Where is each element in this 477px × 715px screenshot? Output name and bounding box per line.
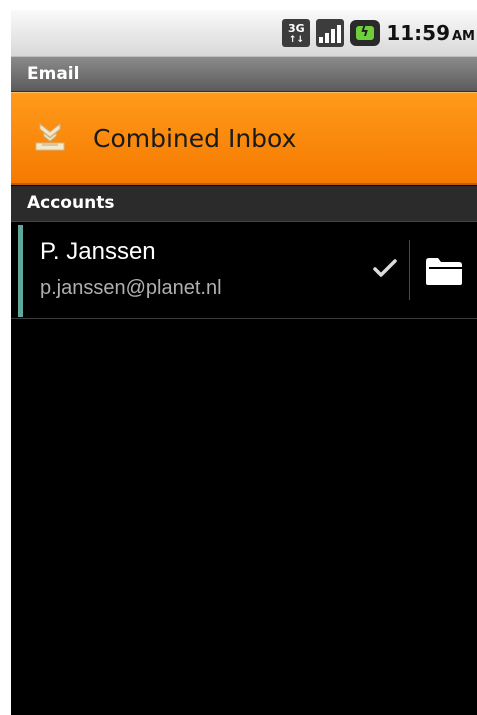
- signal-strength-icon: [316, 19, 345, 47]
- combined-inbox-label: Combined Inbox: [93, 124, 297, 153]
- phone-screen: 3G ↑↓ ϟ 11:59 AM Email Combined Inbox Ac…: [11, 10, 477, 715]
- combined-inbox-item[interactable]: Combined Inbox: [11, 92, 477, 185]
- account-folders-button[interactable]: [410, 222, 477, 318]
- clock-ampm: AM: [452, 29, 475, 44]
- account-email: p.janssen@planet.nl: [40, 277, 222, 299]
- inbox-download-icon: [35, 122, 65, 151]
- accounts-section-header: Accounts: [11, 186, 477, 222]
- network-arrows: ↑↓: [288, 34, 304, 45]
- account-list-item[interactable]: P. Janssen p.janssen@planet.nl: [11, 222, 477, 319]
- empty-list-area: [11, 319, 477, 715]
- account-color-indicator: [18, 225, 23, 317]
- battery-charging-icon: ϟ: [350, 20, 381, 46]
- network-type-label: 3G: [287, 21, 305, 35]
- app-title-bar: Email: [11, 57, 477, 92]
- status-clock: 11:59 AM: [386, 21, 475, 45]
- status-icons: 3G ↑↓ ϟ 11:59 AM: [282, 10, 477, 56]
- app-title: Email: [27, 64, 80, 84]
- checkmark-icon: [373, 259, 397, 277]
- clock-time: 11:59: [386, 21, 450, 45]
- folder-icon: [426, 258, 462, 285]
- accounts-section-title: Accounts: [27, 193, 115, 213]
- 3g-data-icon: 3G ↑↓: [282, 19, 311, 47]
- account-name: P. Janssen: [40, 238, 156, 265]
- status-bar: 3G ↑↓ ϟ 11:59 AM: [11, 10, 477, 57]
